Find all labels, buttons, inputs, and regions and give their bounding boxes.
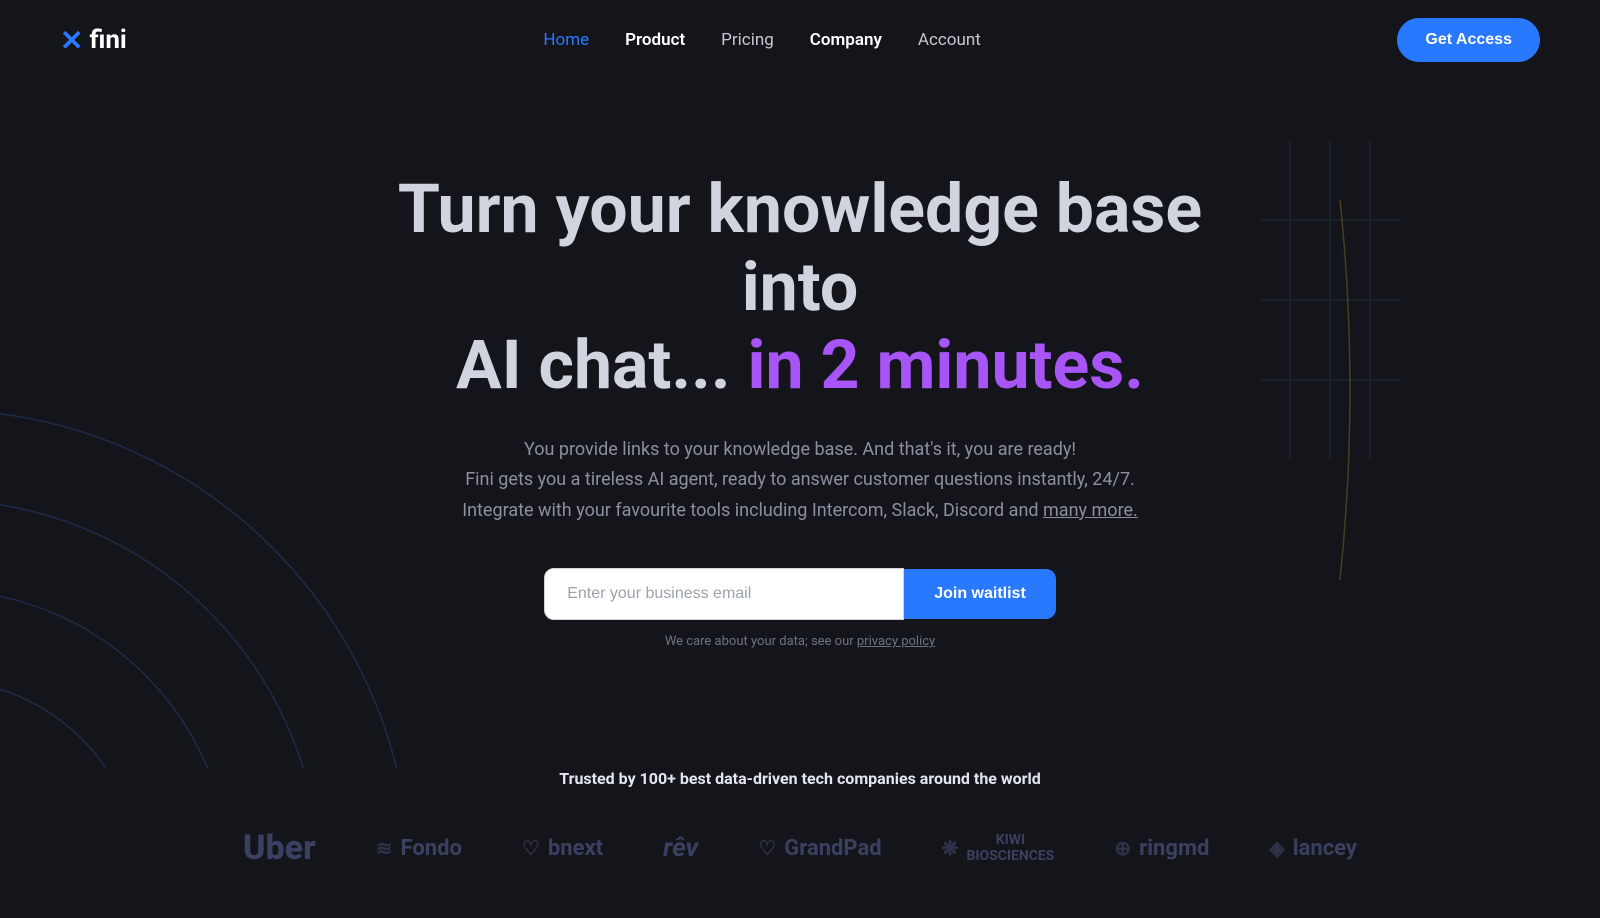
nav-links: Home Product Pricing Company Account (543, 30, 980, 50)
grandpad-icon: ♡ (758, 836, 776, 860)
ringmd-icon: ⊕ (1114, 836, 1131, 860)
email-form: Join waitlist (544, 568, 1056, 620)
join-waitlist-button[interactable]: Join waitlist (904, 569, 1056, 619)
kiwi-icon: ❋ (942, 836, 959, 860)
hero-section: Turn your knowledge base into AI chat...… (0, 80, 1600, 769)
navbar: ✕ fini Home Product Pricing Company Acco… (0, 0, 1600, 80)
logo[interactable]: ✕ fini (60, 24, 127, 57)
email-input[interactable] (544, 568, 904, 620)
privacy-policy-link[interactable]: privacy policy (857, 634, 935, 649)
logo-rev: rêv (663, 833, 698, 863)
nav-item-company[interactable]: Company (810, 30, 882, 50)
hero-subtitle: You provide links to your knowledge base… (462, 435, 1138, 527)
logo-lancey: ◈ lancey (1269, 836, 1357, 861)
logo-ringmd: ⊕ ringmd (1114, 836, 1209, 861)
privacy-note: We care about your data; see our privacy… (665, 634, 935, 649)
logo-text: fini (89, 25, 126, 55)
logo-icon: ✕ (60, 24, 83, 57)
logo-fondo: ≋ Fondo (376, 836, 462, 861)
logo-kiwi: ❋ KIWIBIOSCIENCES (942, 832, 1055, 864)
nav-item-home[interactable]: Home (543, 30, 589, 50)
hero-title: Turn your knowledge base into AI chat...… (390, 170, 1210, 405)
logo-grandpad: ♡ GrandPad (758, 836, 881, 861)
bnext-icon: ♡ (522, 836, 540, 860)
lancey-icon: ◈ (1269, 836, 1284, 860)
nav-item-account[interactable]: Account (918, 30, 981, 50)
get-access-button[interactable]: Get Access (1397, 18, 1540, 62)
decorative-lines (1260, 140, 1400, 460)
many-more-link[interactable]: many more. (1043, 500, 1138, 521)
trusted-title: Trusted by 100+ best data-driven tech co… (0, 769, 1600, 788)
logos-row: Uber ≋ Fondo ♡ bnext rêv ♡ GrandPad ❋ KI… (0, 828, 1600, 868)
logo-uber: Uber (243, 828, 316, 868)
fondo-icon: ≋ (376, 836, 393, 860)
decorative-arcs (0, 360, 460, 769)
logo-bnext: ♡ bnext (522, 836, 603, 861)
nav-item-pricing[interactable]: Pricing (721, 30, 774, 50)
nav-item-product[interactable]: Product (625, 30, 685, 50)
trusted-section: Trusted by 100+ best data-driven tech co… (0, 769, 1600, 918)
decorative-curve (1320, 200, 1360, 580)
